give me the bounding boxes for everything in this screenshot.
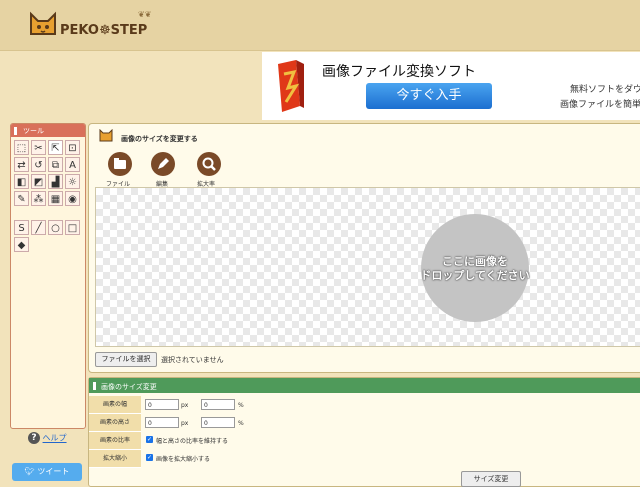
ratio-label: 画素の比率 bbox=[89, 432, 141, 450]
software-box-icon bbox=[278, 60, 304, 112]
zoom-button[interactable] bbox=[197, 152, 221, 176]
help-label[interactable]: ヘルプ bbox=[43, 434, 67, 443]
ad-text-line2: 画像ファイルを簡単 bbox=[560, 100, 640, 110]
tool-contrast-icon[interactable]: ◧ bbox=[14, 174, 29, 189]
tool-text-icon[interactable]: A bbox=[65, 157, 80, 172]
help-icon: ? bbox=[28, 432, 40, 444]
tool-flip-icon[interactable]: ⇄ bbox=[14, 157, 29, 172]
resize-panel-header: 画像のサイズ変更 bbox=[89, 378, 640, 393]
main-panel: 画像のサイズを変更する ファイル 編集 拡大率 ここに画像を ドロップしてくださ… bbox=[88, 123, 640, 373]
width-px-input[interactable]: 0 bbox=[145, 399, 179, 410]
ad-get-now-button[interactable]: 今すぐ入手 bbox=[366, 83, 492, 109]
keep-ratio-checkbox[interactable]: ✓ bbox=[146, 436, 153, 443]
cat-logo-icon[interactable] bbox=[28, 10, 58, 40]
file-status: 選択されていません bbox=[161, 356, 224, 364]
width-px-unit: px bbox=[181, 402, 189, 409]
drop-zone-circle: ここに画像を ドロップしてください bbox=[420, 214, 530, 322]
tool-panel-header: ツール bbox=[11, 124, 85, 137]
tool-panel: ツール ⬚ ✂ ⇱ ⊡ ⇄ ↺ ⧉ A ◧ ◩ ▟ ☼ ✎ ⁂ ▦ ◉ S ╱ ○ □ ◆ bbox=[10, 123, 86, 429]
file-button[interactable] bbox=[108, 152, 132, 176]
tweet-label: ツイート bbox=[37, 467, 70, 476]
tool-eraser-icon[interactable]: ◆ bbox=[14, 237, 29, 252]
tool-mosaic-icon[interactable]: ▦ bbox=[48, 191, 63, 206]
tool-color-icon[interactable]: ◉ bbox=[65, 191, 80, 206]
width-percent-input[interactable]: 0 bbox=[201, 399, 235, 410]
magnifier-icon bbox=[202, 157, 216, 171]
drop-text-line2: ドロップしてください bbox=[420, 269, 530, 282]
cat-small-icon bbox=[99, 129, 113, 142]
tool-scissors-icon[interactable]: ✂ bbox=[31, 140, 46, 155]
folder-icon bbox=[114, 158, 126, 169]
tool-rotate-icon[interactable]: ↺ bbox=[31, 157, 46, 172]
height-px-input[interactable]: 0 bbox=[145, 417, 179, 428]
help-link[interactable]: ? ヘルプ bbox=[28, 432, 67, 444]
tool-fill-icon[interactable]: ▟ bbox=[48, 174, 63, 189]
width-percent-unit: % bbox=[238, 402, 244, 409]
tool-square-icon[interactable]: □ bbox=[65, 220, 80, 235]
tool-curve-icon[interactable]: S bbox=[14, 220, 29, 235]
ad-text-line1: 無料ソフトをダウ bbox=[570, 85, 640, 95]
resize-panel-title: 画像のサイズ変更 bbox=[101, 383, 157, 391]
tweet-button[interactable]: 🐦︎ ツイート bbox=[12, 463, 82, 481]
tool-circle-icon[interactable]: ○ bbox=[48, 220, 63, 235]
height-percent-input[interactable]: 0 bbox=[201, 417, 235, 428]
tool-blur-icon[interactable]: ⁂ bbox=[31, 191, 46, 206]
tool-shade-icon[interactable]: ◩ bbox=[31, 174, 46, 189]
tool-brightness-icon[interactable]: ☼ bbox=[65, 174, 80, 189]
paw-icon: ❦❦ bbox=[138, 10, 152, 19]
tool-select-frame-icon[interactable]: ⊡ bbox=[65, 140, 80, 155]
height-label: 画素の高さ bbox=[89, 414, 141, 432]
height-px-unit: px bbox=[181, 420, 189, 427]
resize-button[interactable]: サイズ変更 bbox=[461, 471, 521, 487]
width-label: 画素の幅 bbox=[89, 396, 141, 414]
tool-panel-title: ツール bbox=[23, 127, 44, 135]
image-drop-area[interactable]: ここに画像を ドロップしてください bbox=[95, 187, 640, 347]
keep-ratio-label: 幅と高さの比率を維持する bbox=[156, 438, 229, 445]
pencil-icon bbox=[158, 158, 169, 169]
tool-line-icon[interactable]: ╱ bbox=[31, 220, 46, 235]
ad-banner[interactable]: 画像ファイル変換ソフト 今すぐ入手 無料ソフトをダウ 画像ファイルを簡単 bbox=[262, 52, 640, 120]
resize-panel: 画像のサイズ変更 画素の幅 0 px 0 % 画素の高さ 0 px 0 % 画素… bbox=[88, 377, 640, 487]
tool-dropper-icon[interactable]: ✎ bbox=[14, 191, 29, 206]
choose-file-button[interactable]: ファイルを選択 bbox=[95, 352, 157, 367]
edit-button[interactable] bbox=[151, 152, 175, 176]
tool-crop-icon[interactable]: ⇱ bbox=[48, 140, 63, 155]
tool-rect-select-icon[interactable]: ⬚ bbox=[14, 140, 29, 155]
height-percent-unit: % bbox=[238, 420, 244, 427]
tool-duplicate-icon[interactable]: ⧉ bbox=[48, 157, 63, 172]
main-title: 画像のサイズを変更する bbox=[121, 135, 198, 143]
enlarge-checkbox[interactable]: ✓ bbox=[146, 454, 153, 461]
twitter-bird-icon: 🐦︎ bbox=[24, 467, 38, 476]
ad-title: 画像ファイル変換ソフト bbox=[322, 64, 476, 80]
top-bar: PEKO☸STEP ❦❦ bbox=[0, 0, 640, 51]
enlarge-check-label: 画像を拡大縮小する bbox=[156, 456, 211, 463]
enlarge-label: 拡大縮小 bbox=[89, 450, 141, 468]
logo-text[interactable]: PEKO☸STEP bbox=[60, 23, 147, 38]
